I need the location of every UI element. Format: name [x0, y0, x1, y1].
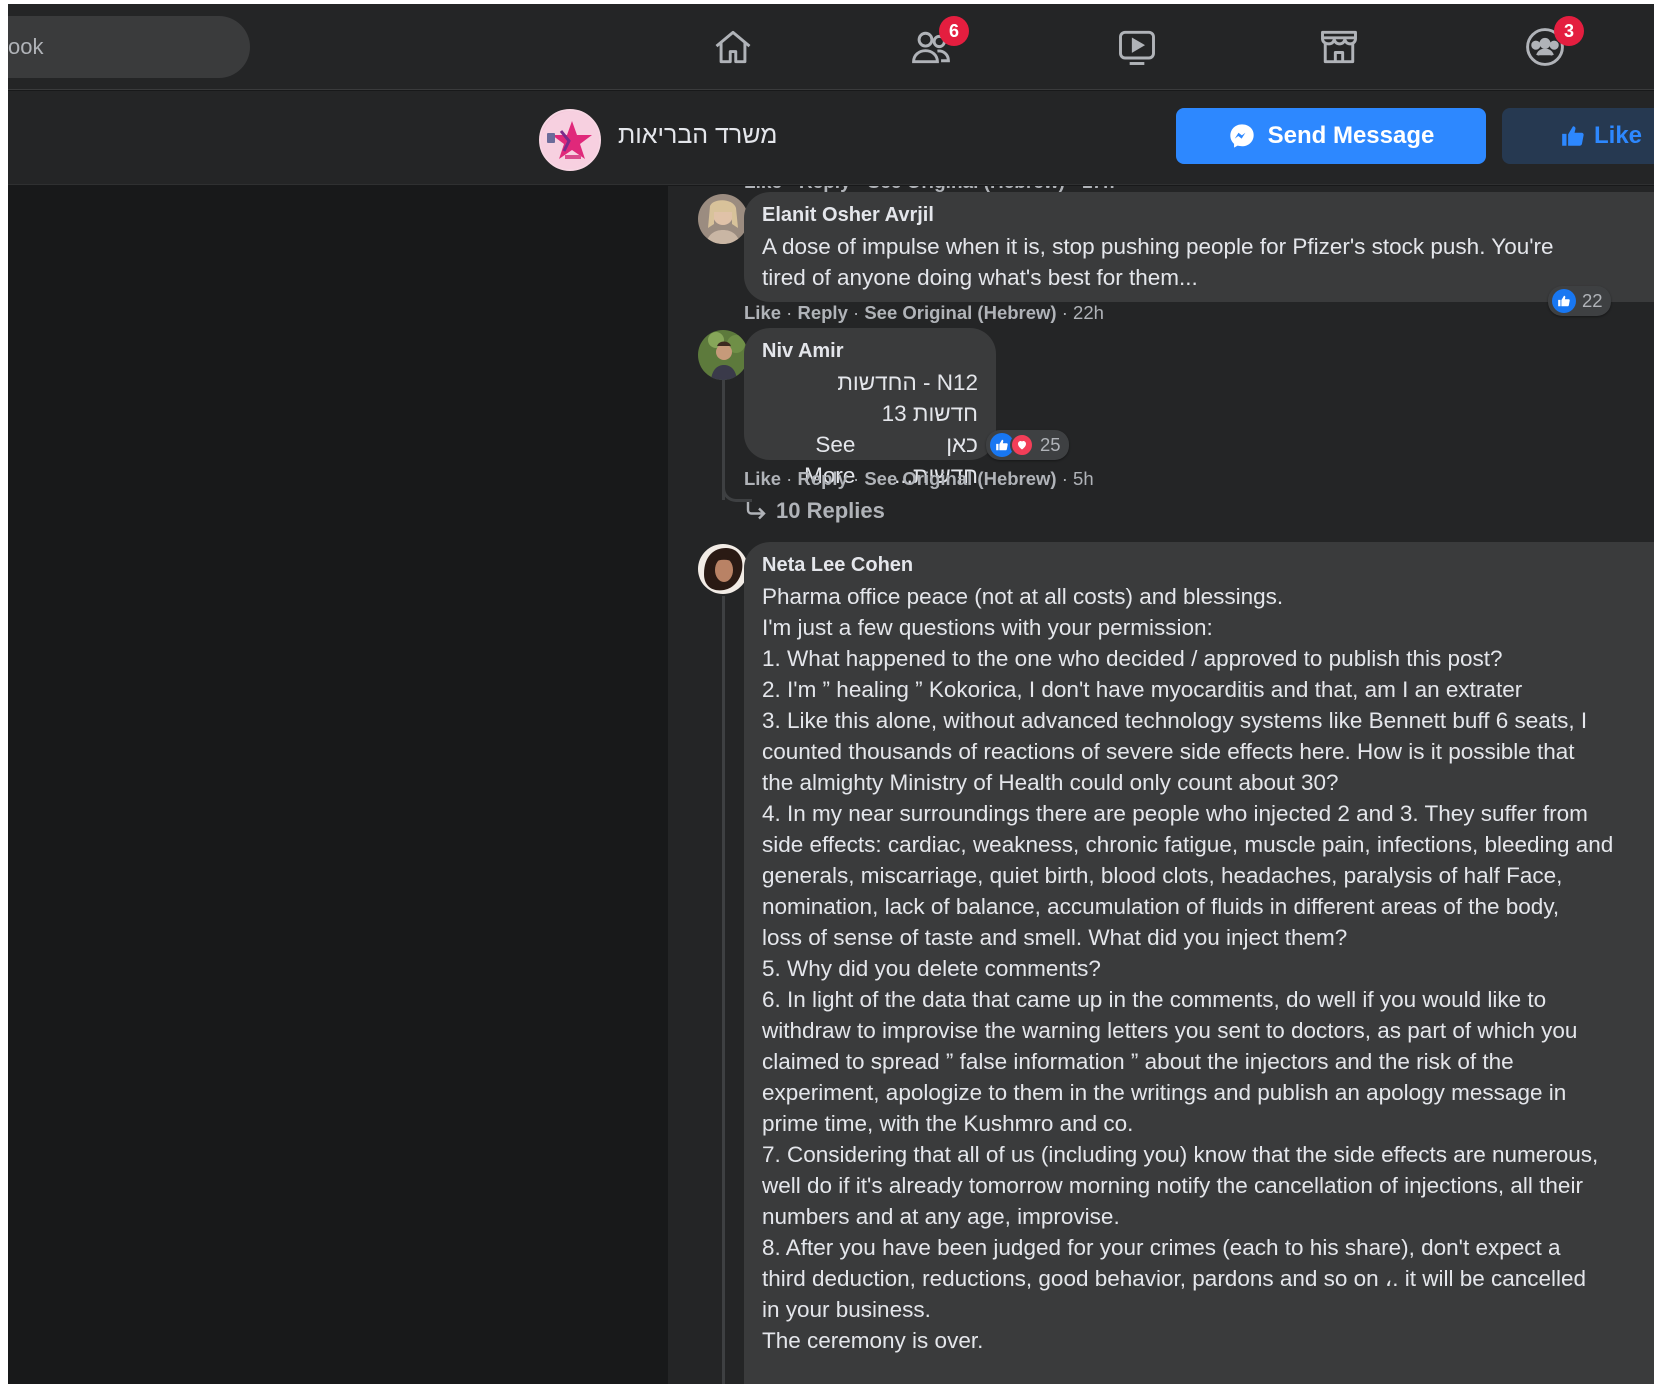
- watch-nav-button[interactable]: [1112, 22, 1162, 72]
- comment-line: tired of anyone doing what's best for th…: [762, 265, 1198, 290]
- comment-line: third deduction, reductions, good behavi…: [762, 1266, 1587, 1291]
- comment-line: claimed to spread ” false information ” …: [762, 1049, 1514, 1074]
- comment-line: numbers and at any age, improvise.: [762, 1204, 1120, 1229]
- messenger-icon: [1229, 124, 1254, 148]
- page-avatar[interactable]: [539, 109, 601, 171]
- reaction-summary[interactable]: 25: [986, 430, 1069, 460]
- page-title[interactable]: משרד הבריאות: [618, 121, 777, 150]
- comment-line: the almighty Ministry of Health could on…: [762, 770, 1339, 795]
- groups-nav-button[interactable]: 3: [1520, 16, 1584, 72]
- comment-line: withdraw to improvise the warning letter…: [762, 1018, 1578, 1043]
- comment-line: well do if it's already tomorrow morning…: [762, 1173, 1583, 1198]
- browser-viewport: ook 6 3 משרד הבריאות Send Message Like E…: [8, 4, 1654, 1384]
- reply-arrow-icon: [746, 502, 766, 520]
- send-message-label: Send Message: [1267, 122, 1435, 149]
- comment-line: N12 - החדשות: [837, 370, 978, 395]
- top-navigation-bar: ook 6 3: [8, 4, 1654, 90]
- comment-line: prime time, with the Kushmro and co.: [762, 1111, 1134, 1136]
- comment-line: experiment, apologize to them in the wri…: [762, 1080, 1567, 1105]
- avatar[interactable]: [698, 194, 748, 244]
- comment-line: loss of sense of taste and smell. What d…: [762, 925, 1348, 950]
- comment-author[interactable]: Niv Amir: [762, 340, 978, 363]
- comment-line: 3. Like this alone, without advanced tec…: [762, 708, 1588, 733]
- comment-author[interactable]: Neta Lee Cohen: [762, 554, 1654, 577]
- comment-line: 7. Considering that all of us (including…: [762, 1142, 1599, 1167]
- ministry-of-health-logo-icon: [541, 111, 599, 169]
- comment-line: 8. After you have been judged for your c…: [762, 1235, 1561, 1260]
- home-nav-button[interactable]: [708, 22, 758, 72]
- view-replies-link[interactable]: 10 Replies: [744, 498, 885, 524]
- reaction-summary[interactable]: 22: [1548, 286, 1611, 316]
- reply-link[interactable]: Reply: [797, 302, 847, 323]
- love-reaction-icon: [1010, 433, 1034, 457]
- like-comment-link[interactable]: Like: [744, 302, 781, 323]
- see-original-link[interactable]: See Original (Hebrew): [864, 468, 1056, 489]
- marketplace-store-icon: [1321, 30, 1357, 64]
- comment-line: counted thousands of reactions of severe…: [762, 739, 1575, 764]
- comment-bubble: Elanit Osher Avrjil A dose of impulse wh…: [744, 192, 1654, 302]
- avatar[interactable]: [698, 330, 748, 380]
- comment-timestamp[interactable]: 22h: [1073, 302, 1104, 323]
- search-input[interactable]: ook: [8, 16, 250, 78]
- like-page-label: Like: [1594, 122, 1643, 149]
- replies-count-label: 10 Replies: [776, 498, 885, 523]
- search-text: ook: [8, 34, 44, 59]
- comment-line: Pharma office peace (not at all costs) a…: [762, 584, 1284, 609]
- comment-text: Pharma office peace (not at all costs) a…: [762, 581, 1654, 1356]
- page-header-bar: משרד הבריאות Send Message Like: [8, 91, 1654, 185]
- marketplace-nav-button[interactable]: [1314, 22, 1364, 72]
- friends-notification-badge: 6: [939, 16, 969, 46]
- avatar[interactable]: [698, 544, 748, 594]
- see-original-link[interactable]: See Original (Hebrew): [864, 302, 1056, 323]
- reaction-count: 25: [1040, 434, 1061, 455]
- comment-line: side effects: cardiac, weakness, chronic…: [762, 832, 1614, 857]
- like-reaction-icon: [1552, 289, 1576, 313]
- comment-line: in your business.: [762, 1297, 931, 1322]
- groups-notification-badge: 3: [1554, 16, 1584, 46]
- comment-actions: Like · Reply · See Original (Hebrew) · 5…: [744, 468, 1094, 489]
- comment-author[interactable]: Elanit Osher Avrjil: [762, 204, 1654, 227]
- thread-line: [722, 380, 725, 500]
- comment-line: 5. Why did you delete comments?: [762, 956, 1101, 981]
- video-play-icon: [1119, 30, 1155, 65]
- friends-nav-button[interactable]: 6: [906, 16, 969, 72]
- like-page-button[interactable]: Like: [1502, 108, 1654, 164]
- comment-line: generals, miscarriage, quiet birth, bloo…: [762, 863, 1563, 888]
- reply-link[interactable]: Reply: [797, 468, 847, 489]
- comment-line: A dose of impulse when it is, stop pushi…: [762, 234, 1554, 259]
- comments-panel: Like · Reply · See Original (Hebrew) · 1…: [668, 186, 1654, 1384]
- comment-line: 6. In light of the data that came up in …: [762, 987, 1547, 1012]
- comment-line: 4. In my near surroundings there are peo…: [762, 801, 1588, 826]
- comment-bubble: Niv Amir N12 - החדשות חדשות 13 See More …: [744, 328, 996, 488]
- send-message-button[interactable]: Send Message: [1176, 108, 1486, 164]
- user-photo-icon: [698, 544, 748, 594]
- thread-line: [722, 596, 725, 1384]
- user-photo-icon: [698, 330, 748, 380]
- reaction-count: 22: [1582, 290, 1603, 311]
- comment-line: חדשות 13: [881, 401, 978, 426]
- comment-bubble: Neta Lee Cohen Pharma office peace (not …: [744, 542, 1654, 1384]
- thumbs-up-icon: [1562, 126, 1584, 146]
- like-comment-link[interactable]: Like: [744, 468, 781, 489]
- comment-line: nomination, lack of balance, accumulatio…: [762, 894, 1560, 919]
- comment-timestamp[interactable]: 5h: [1073, 468, 1094, 489]
- comment-actions: Like · Reply · See Original (Hebrew) · 2…: [744, 302, 1104, 323]
- user-photo-icon: [698, 194, 748, 244]
- comment-line: 2. I'm ” healing ” Kokorica, I don't hav…: [762, 677, 1523, 702]
- comment-text: A dose of impulse when it is, stop pushi…: [762, 231, 1654, 293]
- home-icon: [715, 30, 751, 64]
- comment-line: The ceremony is over.: [762, 1328, 984, 1353]
- comment-line: 1. What happened to the one who decided …: [762, 646, 1503, 671]
- comment-line: I'm just a few questions with your permi…: [762, 615, 1213, 640]
